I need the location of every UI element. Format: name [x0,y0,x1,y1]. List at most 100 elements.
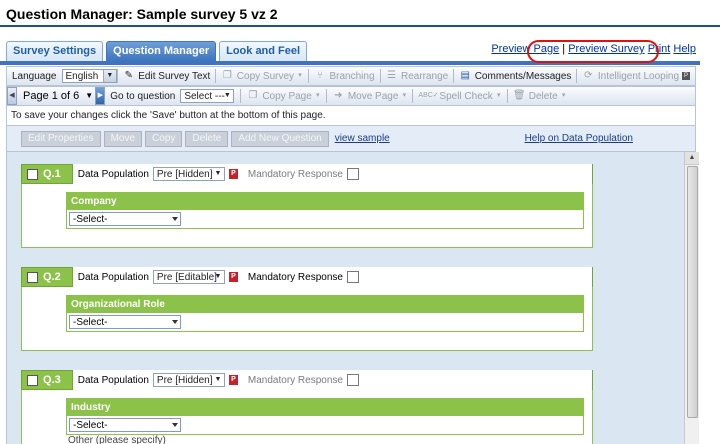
help-link[interactable]: Help [673,43,696,55]
question-answer-area: -Select- [67,210,583,228]
tab-look-and-feel[interactable]: Look and Feel [219,41,308,61]
main-toolbar: Language English ▼ ✎ Edit Survey Text ❐ … [6,66,696,86]
chevron-down-icon [172,320,178,324]
edit-survey-text-button[interactable]: ✎ Edit Survey Text [117,70,215,82]
intelligent-looping-button[interactable]: ⟳ Intelligent Looping P [577,70,695,82]
data-population-label: Data Population [77,374,149,386]
tab-survey-settings[interactable]: Survey Settings [6,41,104,61]
chevron-down-icon: ▼ [214,376,222,383]
mandatory-response-label: Mandatory Response [247,168,343,180]
move-page-button[interactable]: ➜ Move Page ▾ [327,90,413,102]
tab-question-manager[interactable]: Question Manager [106,41,217,61]
spell-check-button[interactable]: ABC✓ Spell Check ▾ [413,90,506,102]
question-header: Q.3 Data Population Pre [Hidden] ▼ P Man… [21,370,593,390]
question-select-checkbox[interactable] [27,271,38,283]
go-to-question-value: Select --- [184,91,225,102]
data-population-select[interactable]: Pre [Hidden] ▼ [152,167,225,181]
chevron-down-icon [172,423,178,427]
scroll-up-icon[interactable]: ▲ [685,152,699,165]
question-title: Organizational Role [67,296,583,313]
data-population-select[interactable]: Pre [Hidden] ▼ [152,373,225,387]
answer-dropdown-value: -Select- [73,214,108,225]
question-title: Industry [67,399,583,416]
answer-dropdown[interactable]: -Select- [69,315,181,329]
copy-button[interactable]: Copy [145,130,183,147]
help-data-population-link[interactable]: Help on Data Population [525,133,633,144]
mandatory-response-checkbox[interactable] [346,271,359,283]
delete-button[interactable]: Delete [185,130,229,147]
question-number: Q.2 [43,271,61,283]
add-new-question-button[interactable]: Add New Question [231,130,329,147]
print-link[interactable]: Print [648,43,671,55]
piping-icon[interactable]: P [228,375,238,385]
question-select-checkbox[interactable] [27,374,38,386]
piping-icon[interactable]: P [228,169,238,179]
mandatory-response-checkbox[interactable] [346,374,359,386]
language-label: Language [12,70,57,82]
view-sample-link[interactable]: view sample [335,133,390,144]
go-to-question-label: Go to question [110,90,176,102]
copy-survey-button[interactable]: ❐ Copy Survey ▾ [216,70,308,82]
scrollbar-thumb[interactable] [687,166,698,418]
chevron-down-icon: ▼ [102,70,116,82]
rearrange-icon: ☰ [387,70,396,81]
question-body: Company -Select- [21,184,593,248]
data-population-value: Pre [Hidden] [156,169,213,180]
question-editor-bar: Edit Properties Move Copy Delete Add New… [6,126,696,152]
page-indicator[interactable]: Page 1 of 6 [17,90,85,102]
data-population-value: Pre [Editable] [156,272,217,283]
go-to-question-select[interactable]: Select --- ▼ [180,89,235,103]
copy-icon: ❐ [248,90,258,101]
branching-label: Branching [329,70,375,82]
other-specify-label: Other (please specify) [68,435,166,444]
branching-button[interactable]: ⑂ Branching [309,70,380,82]
chevron-down-icon [172,217,178,221]
answer-dropdown[interactable]: -Select- [69,418,181,432]
delete-page-button[interactable]: 🗑 Delete ▾ [508,90,572,102]
mandatory-response-checkbox[interactable] [346,168,359,180]
question-header: Q.1 Data Population Pre [Hidden] ▼ P Man… [21,164,593,184]
spell-check-icon: ABC✓ [418,92,439,99]
question-answer-area: -Select- [67,313,583,331]
question-number: Q.3 [43,374,61,386]
question-settings: Data Population Pre [Hidden] ▼ P Mandato… [71,164,592,184]
info-badge-icon: P [682,72,691,80]
answer-dropdown[interactable]: -Select- [69,212,181,226]
answer-dropdown-value: -Select- [73,317,108,328]
page-toolbar: ◀ Page 1 of 6 ▼ ▶ Go to question Select … [6,86,696,106]
rearrange-button[interactable]: ☰ Rearrange [380,70,453,82]
answer-dropdown-value: -Select- [73,420,108,431]
save-instructions: To save your changes click the 'Save' bu… [6,106,696,126]
data-population-value: Pre [Hidden] [156,375,213,386]
mandatory-response-label: Mandatory Response [247,271,343,283]
question-settings: Data Population Pre [Hidden] ▼ P Mandato… [71,370,592,390]
move-button[interactable]: Move [103,130,143,147]
question-preview: Company -Select- [66,192,584,229]
title-divider [0,25,720,27]
question-number: Q.1 [43,168,61,180]
chevron-down-icon: ▾ [316,92,320,99]
previous-page-button[interactable]: ◀ [7,87,17,105]
data-population-select[interactable]: Pre [Editable] ▼ [152,270,225,284]
copy-survey-label: Copy Survey [236,70,295,82]
next-page-button[interactable]: ▶ [95,87,106,105]
question-body: Industry -Select- Other (please specify) [21,390,593,444]
comments-messages-button[interactable]: ▤ Comments/Messages [454,70,577,82]
piping-icon[interactable]: P [228,272,238,282]
language-select[interactable]: English ▼ [61,69,117,83]
question-body: Organizational Role -Select- [21,287,593,351]
chevron-down-icon: ▼ [214,273,222,280]
copy-page-button[interactable]: ❐ Copy Page ▾ [241,90,325,102]
question-answer-area: -Select- [67,416,583,434]
preview-survey-link[interactable]: Preview Survey [568,43,644,55]
preview-page-link[interactable]: Preview Page [491,43,559,55]
question-header: Q.2 Data Population Pre [Editable] ▼ P M… [21,267,593,287]
edit-properties-button[interactable]: Edit Properties [21,130,101,147]
question-card: Q.1 Data Population Pre [Hidden] ▼ P Man… [21,164,593,248]
copy-icon: ❐ [222,70,232,81]
tab-strip: Survey Settings Question Manager Look an… [6,41,308,61]
vertical-scrollbar[interactable]: ▲ [684,152,699,444]
questions-panel: Q.1 Data Population Pre [Hidden] ▼ P Man… [6,152,685,444]
question-select-checkbox[interactable] [27,168,38,180]
top-links: Preview Page | Preview Survey Print Help [491,43,696,55]
